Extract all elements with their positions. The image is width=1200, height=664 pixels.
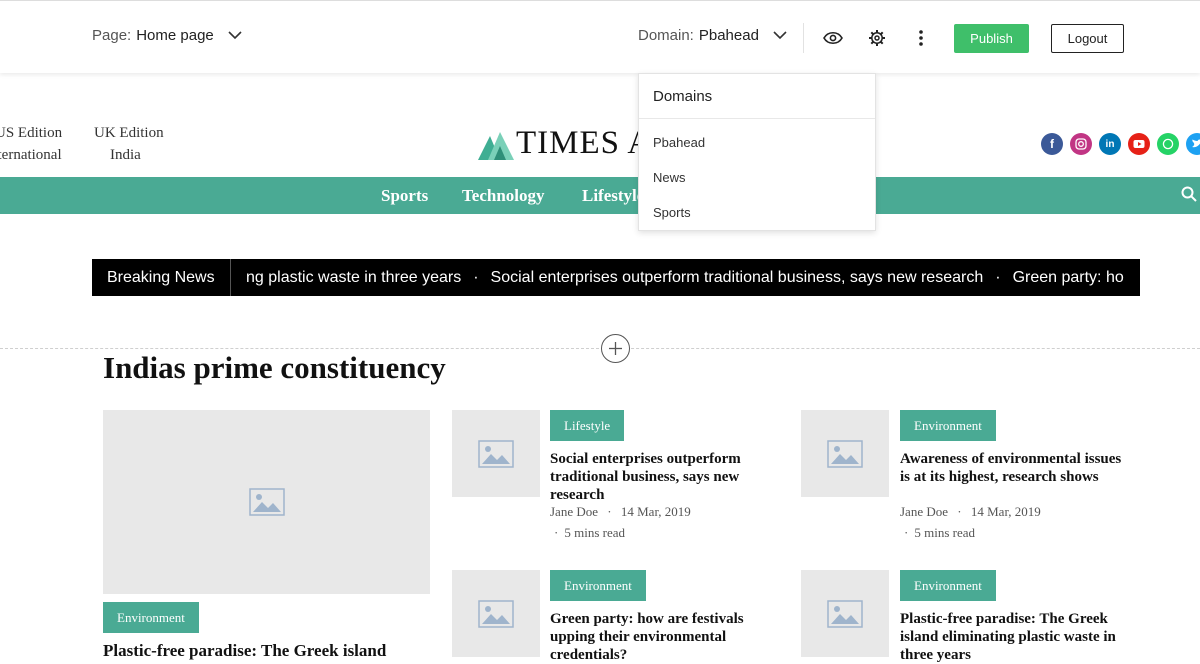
- domain-option-news[interactable]: News: [653, 170, 686, 185]
- meta-separator: ·: [607, 504, 612, 519]
- page-selector-value: Home page: [136, 27, 214, 44]
- search-icon[interactable]: [1181, 186, 1197, 207]
- article-author: Jane Doe: [550, 504, 599, 519]
- ticker-separator: ·: [473, 268, 479, 286]
- domain-selector-value: Pbahead: [698, 27, 759, 44]
- youtube-icon[interactable]: [1128, 133, 1150, 155]
- domain-option-sports[interactable]: Sports: [653, 205, 691, 220]
- article-author: Jane Doe: [900, 504, 949, 519]
- social-links: f in: [1041, 133, 1200, 155]
- article-readtime-text: 5 mins read: [914, 525, 975, 540]
- facebook-icon[interactable]: f: [1041, 133, 1063, 155]
- site-logo[interactable]: TIMES A: [478, 124, 652, 160]
- article-tag[interactable]: Environment: [900, 570, 996, 601]
- domain-selector[interactable]: Domain: Pbahead: [638, 27, 787, 44]
- chevron-down-icon: [773, 27, 787, 44]
- domain-option-pbahead[interactable]: Pbahead: [653, 135, 705, 150]
- editor-toolbar: Page: Home page Domain: Pbahead Publish …: [0, 0, 1200, 73]
- featured-article-tag[interactable]: Environment: [103, 602, 199, 633]
- twitter-icon[interactable]: [1186, 133, 1200, 155]
- settings-gear-icon[interactable]: [866, 27, 888, 49]
- article-tag[interactable]: Lifestyle: [550, 410, 625, 441]
- linkedin-icon[interactable]: in: [1099, 133, 1121, 155]
- ticker-item[interactable]: Green party: ho: [1013, 269, 1124, 287]
- nav-item-lifestyle[interactable]: Lifestyle: [582, 186, 644, 206]
- featured-article-headline[interactable]: Plastic-free paradise: The Greek island: [103, 641, 386, 661]
- preview-eye-icon[interactable]: [822, 27, 844, 49]
- meta-separator: ·: [904, 525, 909, 540]
- logo-mountain-icon: [478, 132, 514, 160]
- breaking-news-bar: Breaking News ng plastic waste in three …: [92, 259, 1140, 296]
- image-placeholder-icon: [827, 439, 863, 468]
- edition-link-us[interactable]: US Edition: [0, 125, 62, 142]
- article-headline[interactable]: Awareness of environmental issues is at …: [900, 450, 1132, 486]
- domain-selector-label: Domain:: [638, 27, 694, 44]
- domains-dropdown-header: Domains: [639, 74, 875, 119]
- logo-text: TIMES A: [516, 125, 653, 161]
- edition-link-international[interactable]: International: [0, 147, 62, 164]
- instagram-icon[interactable]: [1070, 133, 1092, 155]
- article-readtime-text: 5 mins read: [564, 525, 625, 540]
- more-vertical-icon[interactable]: [910, 27, 932, 49]
- article-headline[interactable]: Green party: how are festivals upping th…: [550, 610, 775, 664]
- featured-article-image[interactable]: [103, 410, 430, 594]
- article-tag[interactable]: Environment: [900, 410, 996, 441]
- article-thumbnail[interactable]: [801, 410, 889, 497]
- article-meta: Jane Doe · 14 Mar, 2019: [900, 504, 1041, 520]
- ticker-item[interactable]: Social enterprises outperform traditiona…: [491, 269, 984, 287]
- article-thumbnail[interactable]: [452, 570, 540, 657]
- logout-button[interactable]: Logout: [1051, 24, 1124, 53]
- article-readtime: · 5 mins read: [904, 525, 975, 541]
- article-headline[interactable]: Social enterprises outperform traditiona…: [550, 450, 780, 504]
- meta-separator: ·: [957, 504, 962, 519]
- publish-button[interactable]: Publish: [954, 24, 1029, 53]
- breaking-news-ticker: ng plastic waste in three years · Social…: [246, 259, 1126, 296]
- article-thumbnail[interactable]: [801, 570, 889, 657]
- meta-separator: ·: [554, 525, 559, 540]
- page-selector[interactable]: Page: Home page: [92, 27, 242, 44]
- image-placeholder-icon: [478, 599, 514, 628]
- chevron-down-icon: [228, 27, 242, 44]
- ticker-item[interactable]: ng plastic waste in three years: [246, 269, 461, 287]
- image-placeholder-icon: [827, 599, 863, 628]
- ticker-separator: ·: [995, 268, 1001, 286]
- article-meta: Jane Doe · 14 Mar, 2019: [550, 504, 691, 520]
- breaking-news-label: Breaking News: [92, 259, 231, 296]
- article-date: 14 Mar, 2019: [620, 504, 691, 519]
- edition-link-india[interactable]: India: [110, 147, 141, 164]
- main-nav: Sports Technology Lifestyle: [0, 177, 1200, 214]
- add-block-plus-icon[interactable]: [601, 334, 630, 363]
- article-date: 14 Mar, 2019: [970, 504, 1041, 519]
- page-selector-label: Page:: [92, 27, 132, 44]
- section-title: Indias prime constituency: [103, 350, 446, 385]
- nav-item-sports[interactable]: Sports: [381, 186, 428, 206]
- article-tag[interactable]: Environment: [550, 570, 646, 601]
- edition-link-uk[interactable]: UK Edition: [94, 125, 164, 142]
- whatsapp-icon[interactable]: [1157, 133, 1179, 155]
- article-headline[interactable]: Plastic-free paradise: The Greek island …: [900, 610, 1135, 664]
- image-placeholder-icon: [248, 488, 285, 516]
- article-thumbnail[interactable]: [452, 410, 540, 497]
- nav-item-technology[interactable]: Technology: [462, 186, 545, 206]
- section-divider: [0, 348, 1200, 349]
- article-readtime: · 5 mins read: [554, 525, 625, 541]
- toolbar-divider: [803, 23, 804, 53]
- image-placeholder-icon: [478, 439, 514, 468]
- domains-dropdown: Domains Pbahead News Sports: [638, 73, 876, 231]
